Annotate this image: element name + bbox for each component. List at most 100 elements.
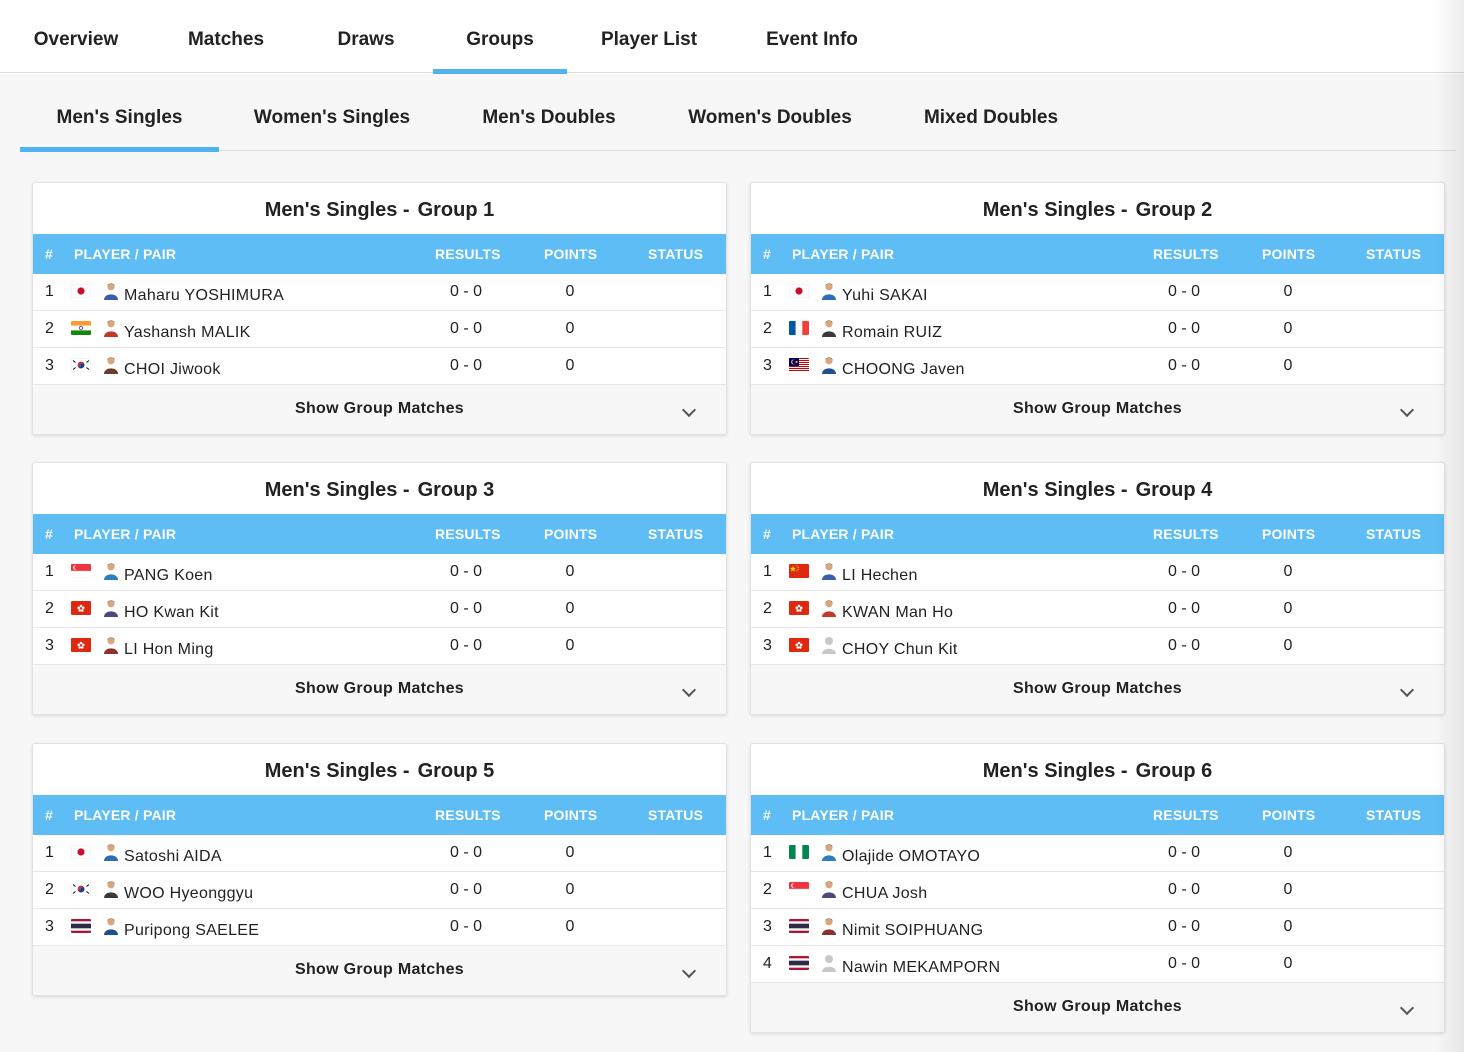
row-points: 0 xyxy=(1283,283,1293,300)
player-photo-icon xyxy=(103,880,119,898)
row-results: 0 - 0 xyxy=(449,637,482,654)
player-name[interactable]: Maharu YOSHIMURA xyxy=(124,278,284,314)
group-name: Group 6 xyxy=(1135,760,1213,782)
table-row[interactable]: 3 CHOI Jiwook 0 - 0 0 xyxy=(33,348,726,385)
player-name[interactable]: CHOONG Javen xyxy=(842,352,965,388)
player-photo-icon xyxy=(103,917,119,935)
table-row[interactable]: 3 CHOY Chun Kit 0 - 0 0 xyxy=(751,628,1444,665)
header-status: STATUS xyxy=(648,807,704,823)
table-row[interactable]: 1 Maharu YOSHIMURA 0 - 0 0 xyxy=(33,274,726,311)
table-row[interactable]: 1 Satoshi AIDA 0 - 0 0 xyxy=(33,835,726,872)
table-row[interactable]: 3 LI Hon Ming 0 - 0 0 xyxy=(33,628,726,665)
chevron-down-icon[interactable] xyxy=(681,402,697,418)
player-name[interactable]: Satoshi AIDA xyxy=(124,839,222,875)
player-photo-icon xyxy=(103,843,119,861)
player-photo-icon xyxy=(821,562,837,580)
tab-womens-singles[interactable]: Women's Singles xyxy=(238,74,426,151)
header-number: # xyxy=(763,246,771,262)
chevron-down-icon[interactable] xyxy=(681,682,697,698)
table-row[interactable]: 2 Yashansh MALIK 0 - 0 0 xyxy=(33,311,726,348)
player-name[interactable]: Puripong SAELEE xyxy=(124,913,259,949)
table-row[interactable]: 2 HO Kwan Kit 0 - 0 0 xyxy=(33,591,726,628)
show-group-matches-label: Show Group Matches xyxy=(1013,680,1182,697)
row-results: 0 - 0 xyxy=(1167,600,1200,617)
player-name[interactable]: CHOI Jiwook xyxy=(124,352,221,388)
table-row[interactable]: 2 Romain RUIZ 0 - 0 0 xyxy=(751,311,1444,348)
player-name[interactable]: Nimit SOIPHUANG xyxy=(842,913,983,949)
row-number: 2 xyxy=(763,881,772,898)
player-name[interactable]: LI Hon Ming xyxy=(124,632,214,668)
tab-womens-doubles[interactable]: Women's Doubles xyxy=(670,74,870,151)
row-results: 0 - 0 xyxy=(449,283,482,300)
show-group-matches-button[interactable]: Show Group Matches xyxy=(751,983,1444,1032)
player-photo-icon xyxy=(821,599,837,617)
player-name[interactable]: WOO Hyeonggyu xyxy=(124,876,253,912)
player-name[interactable]: Nawin MEKAMPORN xyxy=(842,950,1000,986)
tab-groups[interactable]: Groups xyxy=(433,0,567,74)
row-results: 0 - 0 xyxy=(1167,955,1200,972)
tab-overview[interactable]: Overview xyxy=(20,0,132,73)
table-row[interactable]: 2 WOO Hyeonggyu 0 - 0 0 xyxy=(33,872,726,909)
player-name[interactable]: HO Kwan Kit xyxy=(124,595,219,631)
player-name[interactable]: KWAN Man Ho xyxy=(842,595,953,631)
header-status: STATUS xyxy=(1366,807,1422,823)
chevron-down-icon[interactable] xyxy=(1399,1000,1415,1016)
chevron-down-icon[interactable] xyxy=(1399,402,1415,418)
tab-mixed-doubles[interactable]: Mixed Doubles xyxy=(908,74,1074,151)
thailand-flag-icon xyxy=(789,919,809,933)
table-row[interactable]: 3 Puripong SAELEE 0 - 0 0 xyxy=(33,909,726,946)
player-name[interactable]: Yuhi SAKAI xyxy=(842,278,928,314)
tab-draws[interactable]: Draws xyxy=(310,0,422,73)
tab-mens-doubles[interactable]: Men's Doubles xyxy=(464,74,634,151)
group-event-label: Men's Singles - xyxy=(982,479,1128,501)
row-number: 2 xyxy=(763,320,772,337)
tab-event-info[interactable]: Event Info xyxy=(752,0,872,73)
header-number: # xyxy=(45,807,53,823)
table-row[interactable]: 1 LI Hechen 0 - 0 0 xyxy=(751,554,1444,591)
player-name[interactable]: CHUA Josh xyxy=(842,876,927,912)
row-number: 2 xyxy=(45,320,54,337)
chevron-down-icon[interactable] xyxy=(681,963,697,979)
player-name[interactable]: Yashansh MALIK xyxy=(124,315,251,351)
header-results: RESULTS xyxy=(435,807,501,823)
player-name[interactable]: Romain RUIZ xyxy=(842,315,942,351)
table-row[interactable]: 1 Olajide OMOTAYO 0 - 0 0 xyxy=(751,835,1444,872)
header-points: POINTS xyxy=(544,807,598,823)
row-number: 1 xyxy=(45,283,54,300)
header-results: RESULTS xyxy=(435,526,501,542)
show-group-matches-button[interactable]: Show Group Matches xyxy=(33,385,726,434)
row-results: 0 - 0 xyxy=(1167,283,1200,300)
row-results: 0 - 0 xyxy=(449,320,482,337)
header-number: # xyxy=(45,526,53,542)
table-header: # PLAYER / PAIR RESULTS POINTS STATUS xyxy=(751,514,1444,554)
show-group-matches-button[interactable]: Show Group Matches xyxy=(33,946,726,995)
player-name[interactable]: CHOY Chun Kit xyxy=(842,632,958,668)
row-results: 0 - 0 xyxy=(449,563,482,580)
player-name[interactable]: LI Hechen xyxy=(842,558,918,594)
group-name: Group 4 xyxy=(1135,479,1213,501)
header-results: RESULTS xyxy=(1153,246,1219,262)
hong-kong-flag-icon xyxy=(71,638,91,652)
show-group-matches-button[interactable]: Show Group Matches xyxy=(751,665,1444,714)
korea-flag-icon xyxy=(71,882,91,896)
table-row[interactable]: 3 CHOONG Javen 0 - 0 0 xyxy=(751,348,1444,385)
tab-mens-singles[interactable]: Men's Singles xyxy=(20,74,219,152)
table-row[interactable]: 1 Yuhi SAKAI 0 - 0 0 xyxy=(751,274,1444,311)
header-points: POINTS xyxy=(544,526,598,542)
row-results: 0 - 0 xyxy=(1167,320,1200,337)
table-row[interactable]: 1 PANG Koen 0 - 0 0 xyxy=(33,554,726,591)
show-group-matches-button[interactable]: Show Group Matches xyxy=(751,385,1444,434)
tab-matches[interactable]: Matches xyxy=(170,0,282,73)
row-number: 3 xyxy=(45,637,54,654)
hong-kong-flag-icon xyxy=(789,601,809,615)
row-points: 0 xyxy=(565,881,575,898)
tab-player-list[interactable]: Player List xyxy=(590,0,708,73)
table-row[interactable]: 4 Nawin MEKAMPORN 0 - 0 0 xyxy=(751,946,1444,983)
chevron-down-icon[interactable] xyxy=(1399,682,1415,698)
player-name[interactable]: Olajide OMOTAYO xyxy=(842,839,980,875)
table-row[interactable]: 3 Nimit SOIPHUANG 0 - 0 0 xyxy=(751,909,1444,946)
player-name[interactable]: PANG Koen xyxy=(124,558,213,594)
show-group-matches-button[interactable]: Show Group Matches xyxy=(33,665,726,714)
table-row[interactable]: 2 CHUA Josh 0 - 0 0 xyxy=(751,872,1444,909)
table-row[interactable]: 2 KWAN Man Ho 0 - 0 0 xyxy=(751,591,1444,628)
